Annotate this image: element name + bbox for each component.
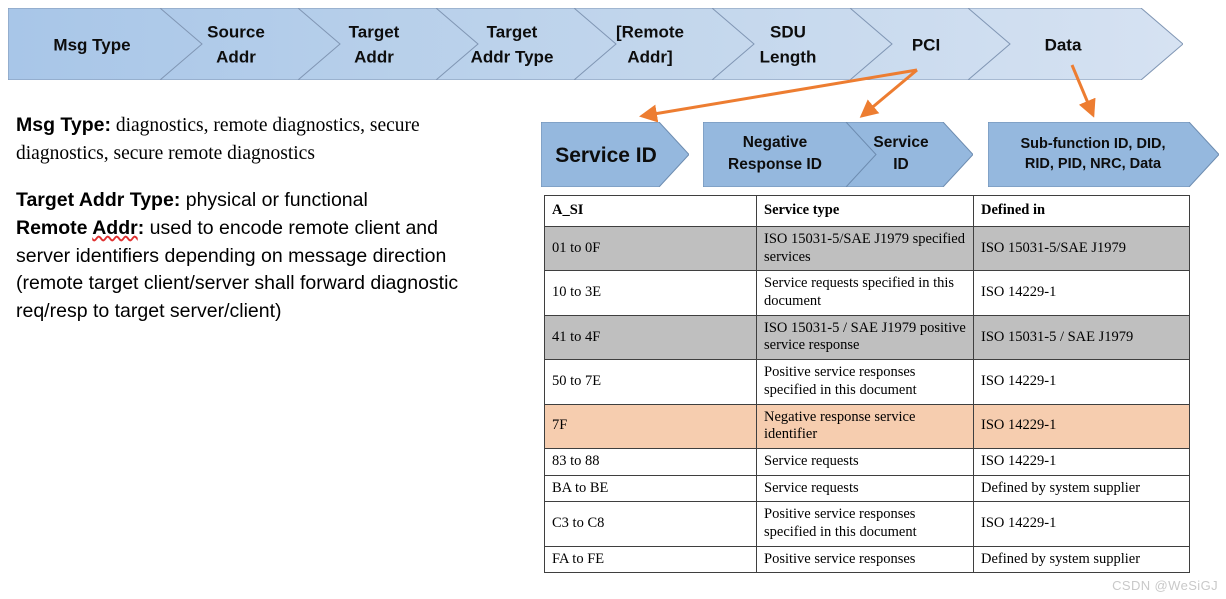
table-row[interactable]: 50 to 7E Positive service responses spec…	[544, 359, 1190, 405]
negative-response-id-label-line2: Response ID	[728, 156, 822, 173]
cell-a-si: FA to FE	[544, 545, 757, 574]
table-row[interactable]: 01 to 0F ISO 15031-5/SAE J1979 specified…	[544, 225, 1190, 272]
sub-function-chevron[interactable]	[988, 122, 1219, 187]
cell-defined-in: ISO 14229-1	[973, 270, 1190, 316]
cell-a-si: 41 to 4F	[544, 314, 757, 361]
ribbon-label-target-addr-line1: Target	[349, 22, 400, 41]
cell-a-si: 50 to 7E	[544, 359, 757, 405]
cell-a-si: C3 to C8	[544, 501, 757, 547]
cell-a-si: 83 to 88	[544, 447, 757, 476]
table-row[interactable]: 10 to 3E Service requests specified in t…	[544, 270, 1190, 316]
cell-service-type: Positive service responses specified in …	[756, 359, 974, 405]
table-row[interactable]: C3 to C8 Positive service responses spec…	[544, 501, 1190, 547]
table-row[interactable]: 83 to 88 Service requests ISO 14229-1	[544, 447, 1190, 476]
note-body-target-addr-type: physical or functional	[180, 189, 368, 212]
cell-defined-in: ISO 15031-5/SAE J1979	[973, 225, 1190, 272]
ribbon-label-target-addr-type-line1: Target	[487, 22, 538, 41]
column-header-defined-in: Defined in	[973, 195, 1190, 227]
cell-a-si: BA to BE	[544, 474, 757, 503]
cell-defined-in: Defined by system supplier	[973, 474, 1190, 503]
column-header-a-si: A_SI	[544, 195, 757, 227]
cell-service-type: Negative response service identifier	[756, 403, 974, 449]
note-paragraph-addressing: Target Addr Type: physical or functional…	[16, 187, 496, 325]
ribbon-label-source-addr-line2: Addr	[216, 47, 256, 66]
cell-service-type: Positive service responses specified in …	[756, 501, 974, 547]
ribbon-label-sdu-length-line1: SDU	[770, 22, 806, 41]
note-key-msg-type: Msg Type:	[16, 114, 111, 136]
table-row[interactable]: 7F Negative response service identifier …	[544, 403, 1190, 449]
service-identifier-table: A_SI Service type Defined in 01 to 0F IS…	[544, 195, 1190, 574]
ribbon-label-remote-addr-line2: Addr]	[627, 47, 672, 66]
ribbon-segment-pci[interactable]: PCI	[912, 35, 940, 54]
cell-service-type: Service requests	[756, 447, 974, 476]
ribbon-label-sdu-length-line2: Length	[760, 47, 817, 66]
cell-a-si: 01 to 0F	[544, 225, 757, 272]
ribbon-label-source-addr-line1: Source	[207, 22, 265, 41]
ribbon-label-target-addr-type-line2: Addr Type	[471, 47, 554, 66]
ribbon-body	[8, 8, 1183, 80]
sub-function-label-line2: RID, PID, NRC, Data	[1025, 156, 1162, 172]
cell-service-type: ISO 15031-5 / SAE J1979 positive service…	[756, 314, 974, 361]
sub-function-chevron-group: Sub-function ID, DID, RID, PID, NRC, Dat…	[988, 122, 1219, 187]
ribbon-label-target-addr-line2: Addr	[354, 47, 394, 66]
negative-response-id-label-line1: Negative	[743, 134, 808, 151]
sub-function-label-line1: Sub-function ID, DID,	[1021, 136, 1166, 152]
cell-service-type: Positive service responses	[756, 545, 974, 574]
note-key-remote-addr-pre: Remote	[16, 217, 93, 240]
ribbon-label-msg-type: Msg Type	[53, 35, 130, 54]
column-header-service-type: Service type	[756, 195, 974, 227]
message-structure-ribbon: Msg Type Source Addr Target Addr Target …	[8, 8, 1183, 80]
table-row[interactable]: FA to FE Positive service responses Defi…	[544, 545, 1190, 574]
cell-defined-in: Defined by system supplier	[973, 545, 1190, 574]
cell-defined-in: ISO 14229-1	[973, 359, 1190, 405]
cell-service-type: ISO 15031-5/SAE J1979 specified services	[756, 225, 974, 272]
cell-defined-in: ISO 14229-1	[973, 447, 1190, 476]
cell-a-si: 10 to 3E	[544, 270, 757, 316]
table-row[interactable]: 41 to 4F ISO 15031-5 / SAE J1979 positiv…	[544, 314, 1190, 361]
ribbon-label-pci: PCI	[912, 35, 940, 54]
cell-service-type: Service requests specified in this docum…	[756, 270, 974, 316]
cell-defined-in: ISO 14229-1	[973, 403, 1190, 449]
service-id-chevron-group: Service ID	[541, 122, 689, 187]
table-header-row: A_SI Service type Defined in	[544, 195, 1190, 227]
service-id-2-label-line2: ID	[893, 156, 909, 173]
explanatory-notes: Msg Type: diagnostics, remote diagnostic…	[16, 112, 496, 326]
negative-response-chevron-group: Negative Response ID Service ID	[703, 122, 973, 187]
note-paragraph-msg-type: Msg Type: diagnostics, remote diagnostic…	[16, 112, 496, 167]
cell-defined-in: ISO 15031-5 / SAE J1979	[973, 314, 1190, 361]
note-key-target-addr-type: Target Addr Type:	[16, 189, 181, 212]
service-id-2-label-line1: Service	[873, 134, 929, 151]
cell-service-type: Service requests	[756, 474, 974, 503]
negative-response-chevron-body[interactable]	[703, 122, 973, 187]
cell-a-si: 7F	[544, 403, 757, 449]
cell-defined-in: ISO 14229-1	[973, 501, 1190, 547]
watermark: CSDN @WeSiGJ	[1112, 578, 1218, 593]
note-key-remote-addr-misspelled: Addr	[92, 217, 138, 240]
ribbon-segment-data[interactable]: Data	[1045, 35, 1082, 54]
service-id-label: Service ID	[555, 144, 657, 167]
table-row[interactable]: BA to BE Service requests Defined by sys…	[544, 474, 1190, 503]
ribbon-label-remote-addr-line1: [Remote	[616, 22, 684, 41]
ribbon-segment-msg-type[interactable]: Msg Type	[53, 35, 130, 54]
ribbon-label-data: Data	[1045, 35, 1082, 54]
